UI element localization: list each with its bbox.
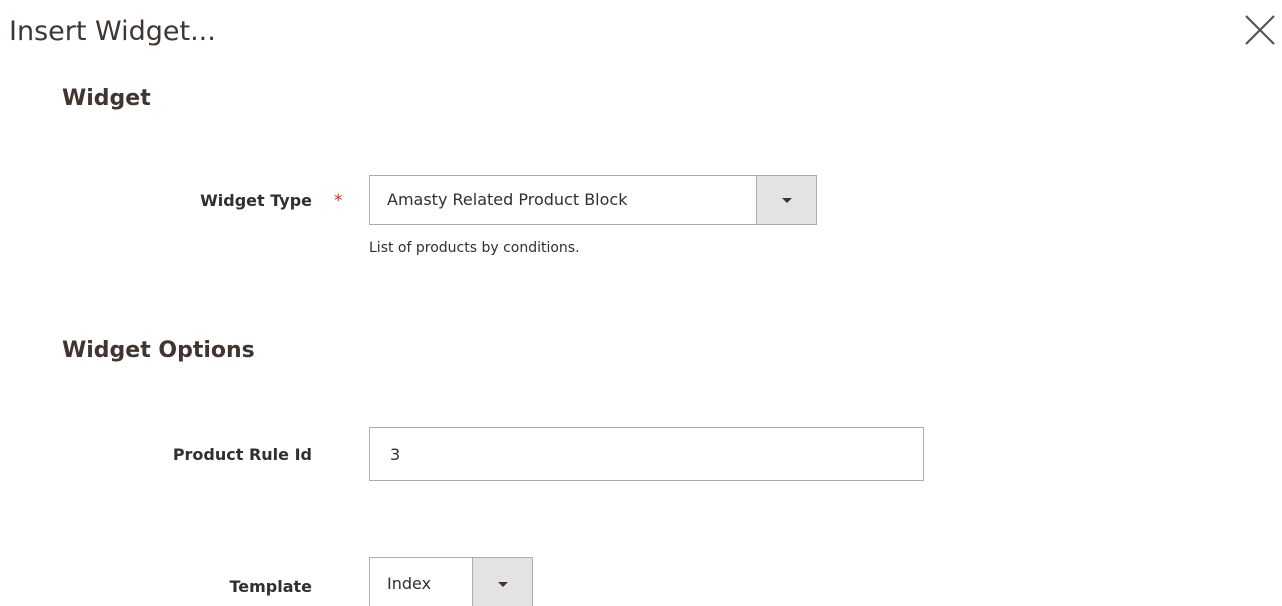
template-dropdown-toggle[interactable] — [472, 558, 532, 606]
chevron-down-icon — [781, 198, 792, 203]
product-rule-id-label: Product Rule Id — [172, 445, 312, 464]
required-marker: * — [334, 191, 343, 211]
product-rule-id-input[interactable] — [369, 427, 924, 481]
template-selected-value: Index — [387, 574, 432, 593]
widget-type-dropdown-toggle[interactable] — [756, 176, 816, 224]
close-icon — [1245, 15, 1275, 45]
widget-options-section-title: Widget Options — [62, 338, 255, 363]
template-label: Template — [229, 577, 312, 596]
insert-widget-modal: Insert Widget... Widget Widget Type * Am… — [0, 0, 1282, 606]
widget-type-selected-value: Amasty Related Product Block — [387, 190, 628, 209]
modal-title: Insert Widget... — [9, 16, 216, 47]
widget-type-label: Widget Type — [200, 191, 312, 210]
widget-section-title: Widget — [62, 86, 151, 111]
template-select[interactable]: Index — [369, 557, 533, 606]
widget-type-note: List of products by conditions. — [369, 240, 580, 256]
chevron-down-icon — [497, 582, 508, 587]
close-button[interactable] — [1240, 10, 1280, 50]
widget-type-select[interactable]: Amasty Related Product Block — [369, 175, 817, 225]
